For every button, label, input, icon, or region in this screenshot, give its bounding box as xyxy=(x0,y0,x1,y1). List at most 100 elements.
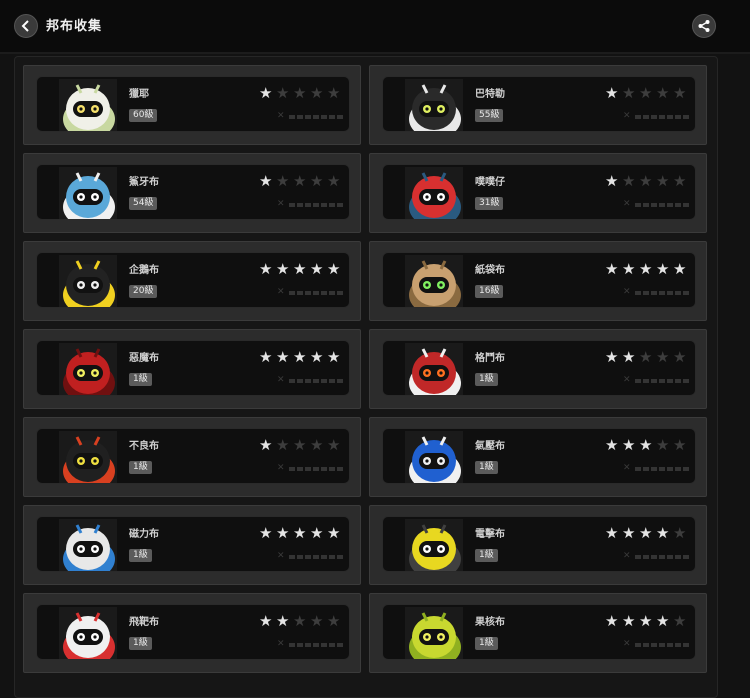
level-badge: 55級 xyxy=(475,109,504,122)
star-filled-icon: ★ xyxy=(327,348,341,366)
card-inner: 噗噗仔 31級 ★ ★ ★ ★ ★ ✕ xyxy=(382,164,696,220)
level-badge: 1級 xyxy=(475,549,498,562)
star-empty-icon: ★ xyxy=(276,84,290,102)
progress-decoration: ✕ xyxy=(623,111,691,121)
star-filled-icon: ★ xyxy=(605,612,619,630)
bangboo-card[interactable]: 巴特勒 55級 ★ ★ ★ ★ ★ ✕ xyxy=(369,65,707,145)
bangboo-card[interactable]: 鯊牙布 54級 ★ ★ ★ ★ ★ ✕ xyxy=(23,153,361,233)
star-rating: ★ ★ ★ ★ ★ xyxy=(259,85,343,101)
chevron-left-icon xyxy=(21,20,29,32)
share-button[interactable] xyxy=(692,14,716,38)
star-filled-icon: ★ xyxy=(310,524,324,542)
level-badge: 1級 xyxy=(475,461,498,474)
star-filled-icon: ★ xyxy=(622,524,636,542)
bangboo-card[interactable]: 企鵝布 20級 ★ ★ ★ ★ ★ ✕ xyxy=(23,241,361,321)
level-badge: 1級 xyxy=(475,637,498,650)
bangboo-portrait-icon xyxy=(59,343,117,395)
bangboo-portrait xyxy=(405,431,463,483)
bangboo-card[interactable]: 不良布 1級 ★ ★ ★ ★ ★ ✕ xyxy=(23,417,361,497)
progress-decoration: ✕ xyxy=(277,639,345,649)
star-empty-icon: ★ xyxy=(293,84,307,102)
star-filled-icon: ★ xyxy=(293,260,307,278)
star-filled-icon: ★ xyxy=(622,612,636,630)
bangboo-name: 電擊布 xyxy=(475,529,505,540)
star-empty-icon: ★ xyxy=(673,172,687,190)
card-inner: 格鬥布 1級 ★ ★ ★ ★ ★ ✕ xyxy=(382,340,696,396)
bangboo-card[interactable]: 磁力布 1級 ★ ★ ★ ★ ★ ✕ xyxy=(23,505,361,585)
bangboo-card[interactable]: 格鬥布 1級 ★ ★ ★ ★ ★ ✕ xyxy=(369,329,707,409)
cross-icon: ✕ xyxy=(623,463,631,473)
progress-decoration: ✕ xyxy=(623,639,691,649)
card-inner: 電擊布 1級 ★ ★ ★ ★ ★ ✕ xyxy=(382,516,696,572)
bangboo-card[interactable]: 氣壓布 1級 ★ ★ ★ ★ ★ ✕ xyxy=(369,417,707,497)
bangboo-name: 果核布 xyxy=(475,617,505,628)
bangboo-name: 磁力布 xyxy=(129,529,159,540)
bangboo-name: 獵耶 xyxy=(129,89,149,100)
cross-icon: ✕ xyxy=(277,199,285,209)
star-empty-icon: ★ xyxy=(327,612,341,630)
card-inner: 巴特勒 55級 ★ ★ ★ ★ ★ ✕ xyxy=(382,76,696,132)
star-rating: ★ ★ ★ ★ ★ xyxy=(605,173,689,189)
cross-icon: ✕ xyxy=(277,287,285,297)
star-empty-icon: ★ xyxy=(656,84,670,102)
bangboo-portrait-icon xyxy=(405,343,463,395)
bangboo-portrait xyxy=(405,255,463,307)
bangboo-card[interactable]: 噗噗仔 31級 ★ ★ ★ ★ ★ ✕ xyxy=(369,153,707,233)
star-filled-icon: ★ xyxy=(605,260,619,278)
progress-track xyxy=(289,291,345,295)
bangboo-card[interactable]: 電擊布 1級 ★ ★ ★ ★ ★ ✕ xyxy=(369,505,707,585)
star-rating: ★ ★ ★ ★ ★ xyxy=(259,173,343,189)
star-rating: ★ ★ ★ ★ ★ xyxy=(259,613,343,629)
cross-icon: ✕ xyxy=(623,199,631,209)
star-rating: ★ ★ ★ ★ ★ xyxy=(259,437,343,453)
bangboo-card[interactable]: 惡魔布 1級 ★ ★ ★ ★ ★ ✕ xyxy=(23,329,361,409)
star-empty-icon: ★ xyxy=(276,172,290,190)
bangboo-portrait xyxy=(59,519,117,571)
star-empty-icon: ★ xyxy=(327,436,341,454)
star-empty-icon: ★ xyxy=(673,436,687,454)
progress-track xyxy=(635,643,691,647)
bangboo-name: 企鵝布 xyxy=(129,265,159,276)
bangboo-card[interactable]: 紙袋布 16級 ★ ★ ★ ★ ★ ✕ xyxy=(369,241,707,321)
bangboo-grid: 獵耶 60級 ★ ★ ★ ★ ★ ✕ 巴特勒 55級 ★ ★ ★ ★ ★ ✕ 鯊牙布 54級 ★ ★ ★ ★ ★ ✕ 噗噗仔 31… xyxy=(14,56,718,698)
level-badge: 31級 xyxy=(475,197,504,210)
back-button[interactable] xyxy=(14,14,38,38)
progress-track xyxy=(635,467,691,471)
star-filled-icon: ★ xyxy=(259,524,273,542)
bangboo-portrait-icon xyxy=(405,79,463,131)
card-inner: 氣壓布 1級 ★ ★ ★ ★ ★ ✕ xyxy=(382,428,696,484)
bangboo-portrait-icon xyxy=(59,167,117,219)
progress-decoration: ✕ xyxy=(277,551,345,561)
star-rating: ★ ★ ★ ★ ★ xyxy=(605,613,689,629)
card-inner: 惡魔布 1級 ★ ★ ★ ★ ★ ✕ xyxy=(36,340,350,396)
star-filled-icon: ★ xyxy=(259,84,273,102)
bangboo-card[interactable]: 飛靶布 1級 ★ ★ ★ ★ ★ ✕ xyxy=(23,593,361,673)
star-empty-icon: ★ xyxy=(656,172,670,190)
bangboo-portrait xyxy=(405,79,463,131)
star-empty-icon: ★ xyxy=(639,172,653,190)
star-empty-icon: ★ xyxy=(673,612,687,630)
star-filled-icon: ★ xyxy=(293,348,307,366)
bangboo-name: 格鬥布 xyxy=(475,353,505,364)
star-filled-icon: ★ xyxy=(605,524,619,542)
progress-decoration: ✕ xyxy=(623,199,691,209)
star-filled-icon: ★ xyxy=(276,524,290,542)
progress-track xyxy=(635,291,691,295)
bangboo-portrait xyxy=(405,167,463,219)
progress-decoration: ✕ xyxy=(277,375,345,385)
progress-decoration: ✕ xyxy=(623,375,691,385)
bangboo-portrait-icon xyxy=(405,255,463,307)
bangboo-card[interactable]: 獵耶 60級 ★ ★ ★ ★ ★ ✕ xyxy=(23,65,361,145)
bangboo-card[interactable]: 果核布 1級 ★ ★ ★ ★ ★ ✕ xyxy=(369,593,707,673)
level-badge: 60級 xyxy=(129,109,158,122)
bangboo-portrait-icon xyxy=(59,255,117,307)
level-badge: 20級 xyxy=(129,285,158,298)
cross-icon: ✕ xyxy=(277,639,285,649)
progress-decoration: ✕ xyxy=(277,111,345,121)
progress-track xyxy=(635,115,691,119)
star-filled-icon: ★ xyxy=(605,436,619,454)
level-badge: 1級 xyxy=(129,373,152,386)
bangboo-portrait-icon xyxy=(405,431,463,483)
star-filled-icon: ★ xyxy=(639,524,653,542)
star-empty-icon: ★ xyxy=(310,436,324,454)
